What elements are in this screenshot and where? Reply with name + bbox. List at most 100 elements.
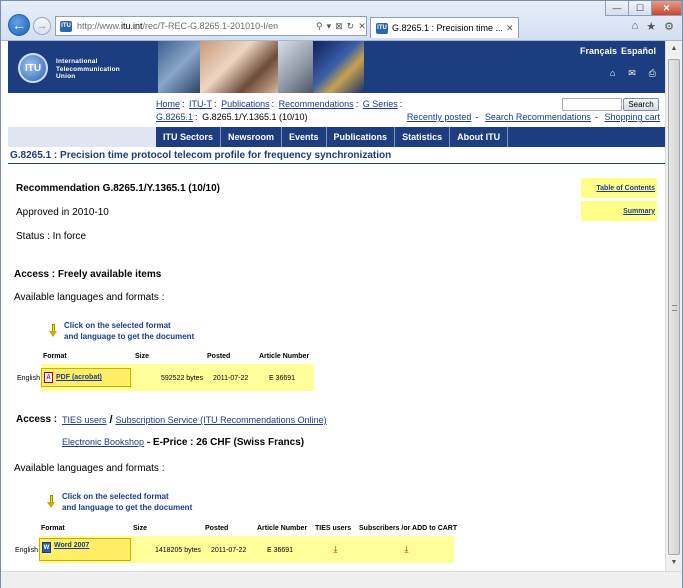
cell-posted: 2011-07-22 [213,375,249,382]
table-of-contents-link[interactable]: Table of Contents [581,178,657,198]
search-recommendations-link[interactable]: Search Recommendations [485,112,591,122]
access-free-title: Access : Freely available items [14,269,162,280]
e-price: - E-Price : 26 CHF (Swiss Francs) [144,437,305,448]
cell-size: 592522 bytes [161,375,204,382]
nav-publications[interactable]: Publications [327,127,396,147]
access-label: Access : [16,414,58,425]
forward-button[interactable]: → [33,17,51,35]
search-input[interactable] [562,98,622,111]
status-bar [1,571,682,588]
close-window-button[interactable]: ✕ [651,1,682,16]
breadcrumb-current: G.8265.1/Y.1365.1 (10/10) [202,112,308,122]
cell-posted: 2011-07-22 [211,547,247,554]
approved-date: Approved in 2010-10 [16,207,109,218]
banner-photo [313,41,364,93]
col-posted: Posted [205,525,229,532]
electronic-bookshop-link[interactable]: Electronic Bookshop [62,437,144,447]
col-article: Article Number [257,525,308,532]
browser-tab[interactable]: ITU G.8265.1 : Precision time ... ✕ [370,17,519,38]
status-text: Status : In force [16,231,87,242]
settings-gear-icon[interactable]: ⚙ [664,20,674,33]
summary-link[interactable]: Summary [581,201,657,221]
breadcrumb-itu-t[interactable]: ITU-T [189,99,212,109]
down-arrow-icon [47,495,56,508]
row-language: English [15,547,38,554]
itu-banner: ITU International Telecommunication Unio… [8,41,665,93]
home-icon[interactable]: ⌂ [632,20,639,33]
org-name: International Telecommunication Union [56,58,120,80]
top-navigation: ITU Sectors Newsroom Events Publications… [8,127,665,147]
available-formats-text: Available languages and formats : [14,463,165,474]
click-note: Click on the selected format and languag… [64,321,195,341]
page-title: G.8265.1 : Precision time protocol telec… [8,148,665,164]
refresh-icon[interactable]: ↻ [347,21,355,32]
subscription-service-link[interactable]: Subscription Service (ITU Recommendation… [116,415,327,425]
lang-link-spanish[interactable]: Español [621,46,656,56]
print-icon[interactable]: ⎙ [649,68,656,79]
subscriber-download-icon[interactable]: ⤓ [402,545,411,554]
minimize-button[interactable]: — [605,1,629,16]
scroll-down-icon[interactable]: ▼ [666,555,682,571]
breadcrumb-g8265[interactable]: G.8265.1 [156,112,193,122]
search-button[interactable]: Search [623,98,659,111]
sitemap-icon[interactable]: ⌂ [610,68,615,79]
browser-window: ← → ITU http://www.itu.int/rec/T-REC-G.8… [0,0,683,588]
scroll-up-icon[interactable]: ▲ [666,41,682,57]
col-ties-users: TIES users [315,525,352,532]
nav-statistics[interactable]: Statistics [395,127,451,147]
click-note: Click on the selected format and languag… [62,492,193,512]
back-arrow-icon: ← [12,17,26,33]
back-button[interactable]: ← [8,14,30,36]
maximize-button[interactable]: ☐ [628,1,652,16]
breadcrumb: Home: ITU-T: Publications: Recommendatio… [156,99,403,122]
available-formats-text: Available languages and formats : [14,292,165,303]
recommendation-title: Recommendation G.8265.1/Y.1365.1 (10/10) [16,183,220,194]
col-subscribers: Subscribers /or ADD to CART [359,525,458,532]
breadcrumb-home[interactable]: Home [156,99,180,109]
ties-download-icon[interactable]: ⤓ [331,545,340,554]
address-bar[interactable]: ITU http://www.itu.int/rec/T-REC-G.8265.… [55,16,367,36]
scroll-thumb[interactable] [668,59,680,555]
tab-close-icon[interactable]: ✕ [506,23,514,34]
col-article: Article Number [259,353,310,360]
breadcrumb-recommendations[interactable]: Recommendations [279,99,354,109]
compatibility-icon[interactable]: ⊠ [335,21,343,32]
search-icon[interactable]: ⚲ [316,21,323,32]
shopping-cart-link[interactable]: Shopping cart [604,112,660,122]
itu-logo[interactable]: ITU [18,53,48,83]
col-format: Format [43,353,67,360]
nav-events[interactable]: Events [282,127,327,147]
tab-favicon-icon: ITU [376,22,388,34]
format-word-link[interactable]: W Word 2007 [39,538,131,561]
banner-photo [278,41,313,93]
cell-article: E 36691 [269,375,296,382]
browser-toolbar: ← → ITU http://www.itu.int/rec/T-REC-G.8… [1,1,682,41]
ties-users-link[interactable]: TIES users [62,415,107,425]
dropdown-icon[interactable]: ▾ [327,21,332,32]
down-arrow-icon [49,324,58,337]
cell-article: E 36691 [267,547,294,554]
pdf-icon: A [44,372,53,383]
url-text[interactable]: http://www.itu.int/rec/T-REC-G.8265.1-20… [77,21,312,31]
bookshop-line: Electronic Bookshop - E-Price : 26 CHF (… [62,437,304,448]
breadcrumb-g-series[interactable]: G Series [363,99,398,109]
cell-size: 1418205 bytes [155,547,201,554]
nav-newsroom[interactable]: Newsroom [221,127,283,147]
word-document-icon: W [42,542,51,553]
stop-icon[interactable]: ✕ [358,21,366,32]
format-pdf-link[interactable]: A PDF (acrobat) [41,368,131,387]
nav-about-itu[interactable]: About ITU [450,127,509,147]
vertical-scrollbar[interactable]: ▲ ▼ [665,41,682,571]
col-posted: Posted [207,353,231,360]
lang-link-french[interactable]: Français [580,46,617,56]
tab-title: G.8265.1 : Precision time ... [392,23,502,33]
page-content: ITU International Telecommunication Unio… [1,41,665,571]
favorites-star-icon[interactable]: ★ [646,20,656,33]
utility-links: Recently posted - Search Recommendations -… [406,112,660,122]
nav-itu-sectors[interactable]: ITU Sectors [156,127,222,147]
access-links: TIES users / Subscription Service (ITU Rec… [62,414,327,426]
recently-posted-link[interactable]: Recently posted [407,112,472,122]
breadcrumb-publications[interactable]: Publications [221,99,270,109]
mail-icon[interactable]: ✉ [628,68,636,79]
col-size: Size [135,353,150,360]
